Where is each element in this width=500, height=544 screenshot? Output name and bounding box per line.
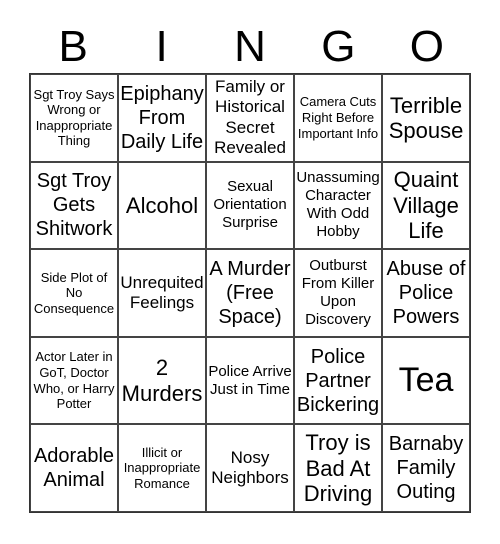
bingo-cell[interactable]: Quaint Village Life — [382, 161, 470, 250]
bingo-cell-text: Quaint Village Life — [393, 167, 459, 244]
bingo-cell[interactable]: Troy is Bad At Driving — [294, 424, 382, 512]
bingo-cell-text: Adorable Animal — [33, 445, 115, 492]
bingo-cell[interactable]: Police Arrive Just in Time — [206, 336, 294, 425]
bingo-cell[interactable]: Sgt Troy Says Wrong or Inappropriate Thi… — [30, 74, 118, 162]
bingo-cell-text: Troy is Bad At Driving — [303, 430, 373, 506]
header-letter-n: N — [234, 22, 266, 71]
bingo-cell[interactable]: Unrequited Feelings — [118, 249, 206, 337]
bingo-cell-text: Sexual Orientation Surprise — [213, 178, 287, 232]
bingo-cell-text: Illicit or Inappropriate Romance — [123, 444, 201, 491]
bingo-cell-text: Side Plot of No Consequence — [33, 269, 115, 316]
bingo-cell[interactable]: Nosy Neighbors — [206, 424, 294, 512]
bingo-cell-text: Sgt Troy Says Wrong or Inappropriate Thi… — [33, 86, 115, 149]
bingo-cell-text: Family or Historical Secret Revealed — [214, 77, 286, 158]
bingo-cell-text: Police Partner Bickering — [296, 345, 380, 416]
bingo-cell-text: Terrible Spouse — [388, 92, 464, 143]
bingo-cell-text: Sgt Troy Gets Shitwork — [35, 170, 113, 241]
bingo-cell-text: Nosy Neighbors — [211, 447, 289, 488]
bingo-cell[interactable]: Family or Historical Secret Revealed — [206, 74, 294, 162]
bingo-cell-text: Abuse of Police Powers — [386, 257, 466, 328]
bingo-cell-text: Alcohol — [125, 192, 199, 218]
bingo-cell[interactable]: Unassuming Character With Odd Hobby — [294, 161, 382, 250]
bingo-cell[interactable]: Adorable Animal — [30, 424, 118, 512]
bingo-cell[interactable]: Side Plot of No Consequence — [30, 249, 118, 337]
header-letter-b: B — [58, 22, 88, 71]
bingo-cell-text: Unassuming Character With Odd Hobby — [296, 169, 380, 241]
bingo-cell[interactable]: 2 Murders — [118, 336, 206, 425]
bingo-cell[interactable]: Abuse of Police Powers — [382, 249, 470, 337]
bingo-cell-text: 2 Murders — [121, 355, 203, 406]
bingo-cell[interactable]: Alcohol — [118, 161, 206, 250]
bingo-cell[interactable]: Actor Later in GoT, Doctor Who, or Harry… — [30, 336, 118, 425]
bingo-cell[interactable]: Sgt Troy Gets Shitwork — [30, 161, 118, 250]
bingo-cell[interactable]: Tea — [382, 336, 470, 425]
bingo-cell-text: Actor Later in GoT, Doctor Who, or Harry… — [33, 349, 115, 412]
bingo-cell-text: Tea — [398, 360, 454, 399]
bingo-cell[interactable]: Outburst From Killer Upon Discovery — [294, 249, 382, 337]
bingo-cell-text: Barnaby Family Outing — [388, 433, 464, 504]
bingo-cell-text: Camera Cuts Right Before Important Info — [297, 94, 379, 141]
bingo-cell[interactable]: A Murder (Free Space) — [206, 249, 294, 337]
bingo-cell[interactable]: Camera Cuts Right Before Important Info — [294, 74, 382, 162]
bingo-cell[interactable]: Barnaby Family Outing — [382, 424, 470, 512]
bingo-cell-text: Epiphany From Daily Life — [120, 82, 204, 153]
bingo-cell[interactable]: Sexual Orientation Surprise — [206, 161, 294, 250]
header-letter-o: O — [409, 22, 444, 71]
bingo-cell-text: A Murder (Free Space) — [209, 257, 291, 328]
header-letter-g: G — [321, 22, 356, 71]
header-letter-i: I — [155, 22, 168, 71]
bingo-cell-text: Outburst From Killer Upon Discovery — [301, 256, 375, 328]
bingo-header: B I N G O — [29, 22, 471, 72]
bingo-cell[interactable]: Police Partner Bickering — [294, 336, 382, 425]
bingo-cell[interactable]: Epiphany From Daily Life — [118, 74, 206, 162]
bingo-cell-text: Police Arrive Just in Time — [208, 362, 292, 398]
bingo-card-grid: Sgt Troy Says Wrong or Inappropriate Thi… — [29, 73, 471, 513]
bingo-cell[interactable]: Terrible Spouse — [382, 74, 470, 162]
bingo-cell[interactable]: Illicit or Inappropriate Romance — [118, 424, 206, 512]
bingo-cell-text: Unrequited Feelings — [120, 272, 204, 312]
